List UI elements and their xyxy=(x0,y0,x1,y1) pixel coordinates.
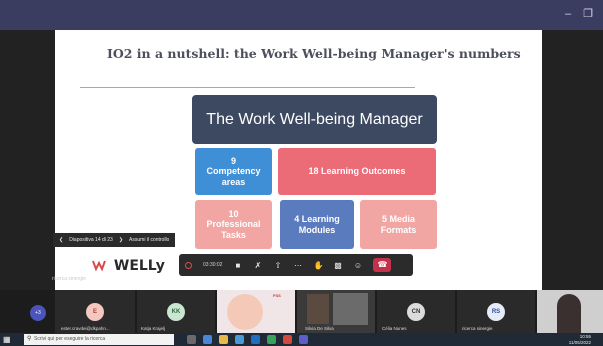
box-label-line: Formats xyxy=(380,224,417,235)
participants-icon[interactable]: ☺ xyxy=(353,261,362,270)
store-icon[interactable] xyxy=(235,335,244,344)
clock-date: 11/05/2022 xyxy=(568,339,591,345)
video-icon[interactable]: ■ xyxy=(233,261,242,270)
participant-tile[interactable]: KK Katja Krajelj xyxy=(137,290,215,333)
learning-modules-box: 4 Learning Modules xyxy=(280,200,354,249)
video-feed-background xyxy=(333,293,368,325)
search-placeholder: Scrivi qui per eseguire la ricerca xyxy=(34,336,106,342)
box-number: 9 xyxy=(230,155,236,166)
teams-meeting-window: – ❐ IO2 in a nutshell: the Work Well-bei… xyxy=(0,0,603,346)
participant-name: Katja Krajelj xyxy=(141,326,166,331)
avatar: CN xyxy=(407,303,425,321)
chevron-right-icon[interactable]: ❯ xyxy=(119,237,123,243)
avatar: E xyxy=(86,303,104,321)
recording-icon xyxy=(185,261,192,269)
participant-name: Célia Nunes xyxy=(382,326,407,331)
box-label-line: Professional xyxy=(206,219,261,230)
media-formats-box: 5 Media Formats xyxy=(360,200,437,249)
avatar: KK xyxy=(167,303,185,321)
more-participants-button[interactable]: +3 xyxy=(30,305,46,321)
windows-taskbar: ▦ ⚲ Scrivi qui per eseguire la ricerca 1… xyxy=(0,333,603,346)
share-icon[interactable]: ⇧ xyxy=(273,261,282,270)
video-feed xyxy=(557,294,581,333)
professional-tasks-box: 10 Professional Tasks xyxy=(195,200,272,249)
slide-counter: Diapositiva 14 di 23 xyxy=(69,237,113,243)
participant-tile[interactable]: CN Célia Nunes xyxy=(377,290,455,333)
shared-slide: IO2 in a nutshell: the Work Well-being M… xyxy=(55,30,542,292)
take-control-button[interactable]: Assumi il controllo xyxy=(129,237,169,243)
more-icon[interactable]: ⋯ xyxy=(293,261,302,270)
logo-text: WELLy xyxy=(113,258,165,274)
video-feed xyxy=(227,294,263,330)
participant-tile[interactable]: Silvia De Silva xyxy=(297,290,375,333)
chevron-left-icon[interactable]: ❮ xyxy=(59,237,63,243)
call-toolbar: 03:30:02 ■ ✗ ⇧ ⋯ ✋ ▩ ☺ ☎ xyxy=(179,254,413,276)
box-label-line: Tasks xyxy=(221,229,246,240)
system-tray-clock[interactable]: 10:55 11/05/2022 xyxy=(569,334,591,345)
logo-badge: FSS xyxy=(273,293,281,298)
minimize-button[interactable]: – xyxy=(560,6,576,22)
heart-icon xyxy=(92,260,106,272)
maximize-button[interactable]: ❐ xyxy=(580,6,596,22)
slide-header-box: The Work Well-being Manager xyxy=(192,95,437,144)
box-label-line: Competency xyxy=(206,166,261,177)
box-number: 10 xyxy=(228,208,239,219)
participant-name: Silvia De Silva xyxy=(305,326,334,331)
task-view-icon[interactable] xyxy=(187,335,196,344)
call-timer: 03:30:02 xyxy=(203,262,223,268)
slide-title: IO2 in a nutshell: the Work Well-being M… xyxy=(107,46,521,61)
chrome-icon[interactable] xyxy=(267,335,276,344)
participant-tile[interactable]: E ester.cravdei@dkpahn... xyxy=(55,290,135,333)
hand-icon[interactable]: ✋ xyxy=(313,261,323,270)
edge-icon[interactable] xyxy=(203,335,212,344)
slide-navigation: ❮ Diapositiva 14 di 23 ❯ Assumi il contr… xyxy=(53,233,176,247)
box-label-line: Modules xyxy=(298,224,336,235)
participant-tile[interactable] xyxy=(537,290,603,333)
taskbar-search-input[interactable]: ⚲ Scrivi qui per eseguire la ricerca xyxy=(24,334,174,345)
slide-divider xyxy=(80,87,415,88)
box-label-line: areas xyxy=(221,176,246,187)
welly-logo: WELLy xyxy=(91,258,165,274)
outlook-icon[interactable] xyxy=(251,335,260,344)
acrobat-icon[interactable] xyxy=(283,335,292,344)
box-label: 18 Learning Outcomes xyxy=(308,166,406,177)
windows-start-icon[interactable]: ▦ xyxy=(3,335,12,344)
box-label-line: 5 Media xyxy=(381,214,415,225)
hangup-button[interactable]: ☎ xyxy=(373,258,392,272)
video-feed xyxy=(307,294,329,324)
chat-icon[interactable]: ▩ xyxy=(333,261,342,270)
file-explorer-icon[interactable] xyxy=(219,335,228,344)
participant-name: ester.cravdei@dkpahn... xyxy=(61,326,110,331)
presenter-name: ricerca sinergie xyxy=(52,276,86,282)
box-label-line: 4 Learning xyxy=(294,214,340,225)
learning-outcomes-box: 18 Learning Outcomes xyxy=(278,148,436,195)
participants-strip: +3 E ester.cravdei@dkpahn... KK Katja Kr… xyxy=(0,290,603,333)
avatar: RS xyxy=(487,303,505,321)
teams-icon[interactable] xyxy=(299,335,308,344)
participant-tile[interactable]: RS ricerca sinergie xyxy=(457,290,535,333)
title-bar: – ❐ xyxy=(0,0,603,30)
mic-off-icon[interactable]: ✗ xyxy=(253,261,262,270)
competency-areas-box: 9 Competency areas xyxy=(195,148,272,195)
participant-name: ricerca sinergie xyxy=(462,326,493,331)
participant-tile[interactable]: FSS xyxy=(217,290,295,333)
search-icon: ⚲ xyxy=(27,336,32,342)
